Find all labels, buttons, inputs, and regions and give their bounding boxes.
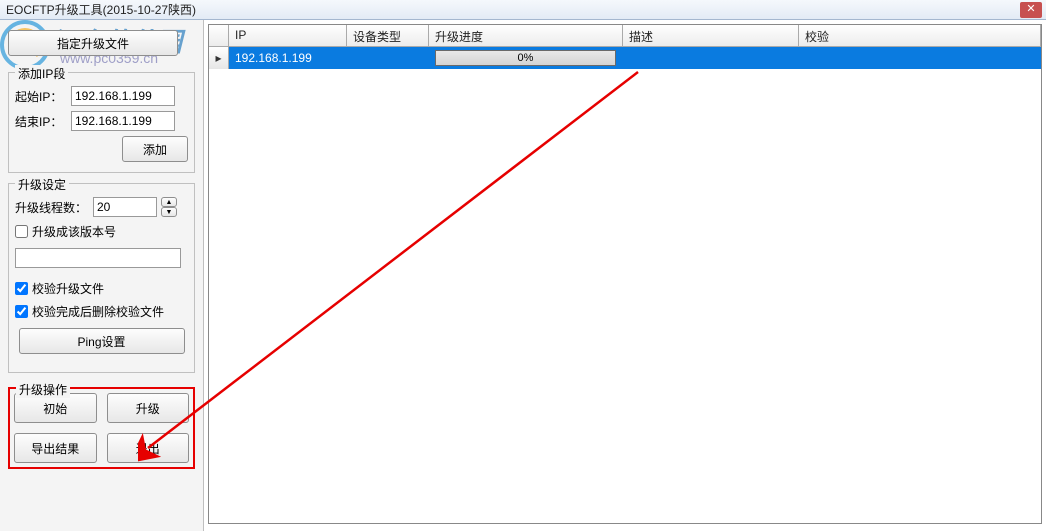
start-ip-label: 起始IP： xyxy=(15,88,67,105)
verify-checkbox-label: 校验升级文件 xyxy=(32,280,104,297)
add-button[interactable]: 添加 xyxy=(122,136,188,162)
side-panel: 河东软件园 www.pc0359.cn 指定升级文件 添加IP段 起始IP： 结… xyxy=(0,20,204,531)
col-check[interactable]: 校验 xyxy=(799,25,1041,46)
end-ip-input[interactable] xyxy=(71,111,175,131)
upgrade-button[interactable]: 升级 xyxy=(107,393,190,423)
add-ip-group: 添加IP段 起始IP： 结束IP： 添加 xyxy=(8,72,195,173)
window-title: EOCFTP升级工具(2015-10-27陕西) xyxy=(6,1,196,18)
version-input[interactable] xyxy=(15,248,181,268)
version-checkbox-label: 升级成该版本号 xyxy=(32,223,116,240)
specify-upgrade-file-button[interactable]: 指定升级文件 xyxy=(8,30,178,56)
upgrade-setting-group: 升级设定 升级线程数： ▲ ▼ 升级成该版本号 校验升级文件 校验完成后删除 xyxy=(8,183,195,373)
delete-after-verify-checkbox[interactable] xyxy=(15,305,28,318)
delete-after-verify-label: 校验完成后删除校验文件 xyxy=(32,303,164,320)
add-ip-group-title: 添加IP段 xyxy=(15,65,68,82)
cell-check xyxy=(799,56,1041,60)
thread-up-button[interactable]: ▲ xyxy=(161,197,177,207)
export-result-button[interactable]: 导出结果 xyxy=(14,433,97,463)
row-header-corner xyxy=(209,25,229,46)
table-header: IP 设备类型 升级进度 描述 校验 xyxy=(209,25,1041,47)
start-ip-input[interactable] xyxy=(71,86,175,106)
col-progress[interactable]: 升级进度 xyxy=(429,25,623,46)
row-indicator-icon: ▸ xyxy=(209,47,229,69)
data-table: IP 设备类型 升级进度 描述 校验 ▸ 192.168.1.199 0% xyxy=(208,24,1042,524)
exit-button[interactable]: 退出 xyxy=(107,433,190,463)
main-area: IP 设备类型 升级进度 描述 校验 ▸ 192.168.1.199 0% xyxy=(204,20,1046,531)
col-type[interactable]: 设备类型 xyxy=(347,25,429,46)
table-row[interactable]: ▸ 192.168.1.199 0% xyxy=(209,47,1041,69)
cell-desc xyxy=(623,56,799,60)
progress-bar: 0% xyxy=(435,50,616,66)
close-button[interactable]: ✕ xyxy=(1020,2,1042,18)
upgrade-setting-title: 升级设定 xyxy=(15,176,69,193)
thread-count-label: 升级线程数： xyxy=(15,199,89,216)
upgrade-operation-title: 升级操作 xyxy=(16,381,70,398)
cell-ip: 192.168.1.199 xyxy=(229,49,347,67)
cell-type xyxy=(347,56,429,60)
col-ip[interactable]: IP xyxy=(229,25,347,46)
version-checkbox[interactable] xyxy=(15,225,28,238)
upgrade-operation-group: 升级操作 初始 升级 导出结果 退出 xyxy=(8,387,195,469)
thread-down-button[interactable]: ▼ xyxy=(161,207,177,217)
col-desc[interactable]: 描述 xyxy=(623,25,799,46)
verify-checkbox[interactable] xyxy=(15,282,28,295)
ping-settings-button[interactable]: Ping设置 xyxy=(19,328,185,354)
cell-progress: 0% xyxy=(429,47,623,69)
end-ip-label: 结束IP： xyxy=(15,113,67,130)
title-bar: EOCFTP升级工具(2015-10-27陕西) ✕ xyxy=(0,0,1046,20)
thread-count-input[interactable] xyxy=(93,197,157,217)
